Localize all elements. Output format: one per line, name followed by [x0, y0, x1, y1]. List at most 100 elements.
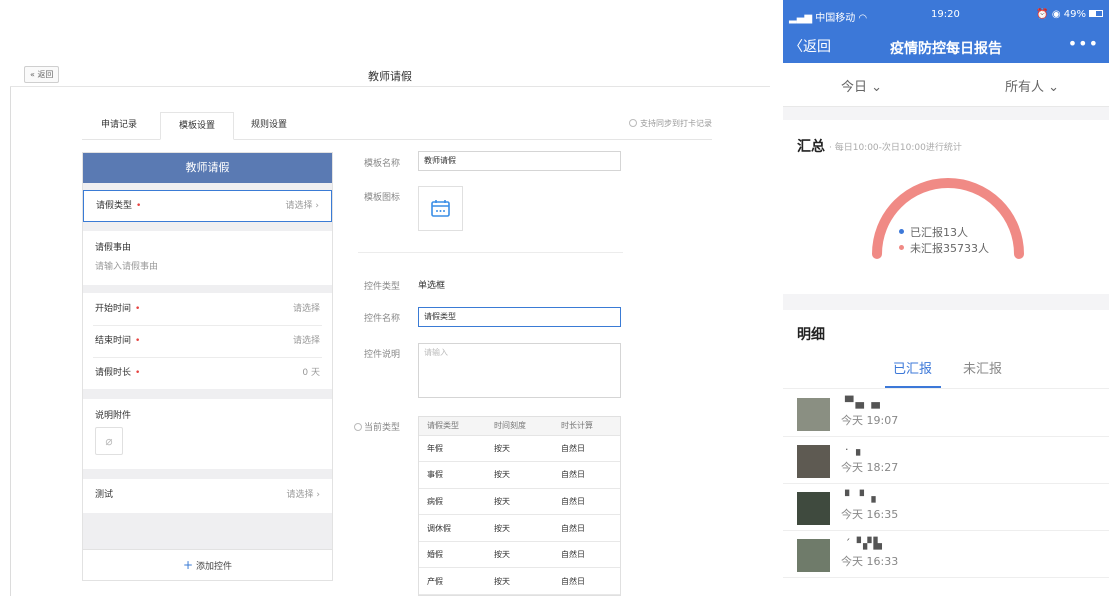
blurred-name: ▘▝ ▖	[845, 490, 882, 503]
top-bar: « 返回 教师请假	[10, 62, 770, 87]
field-placeholder: 请输入请假事由	[95, 262, 159, 272]
status-bar: ▂▄▆ 中国移动 ◠ 19:20 ⏰ ◉ 49%	[783, 0, 1109, 32]
table-row[interactable]: 调休假 按天 自然日	[419, 514, 620, 542]
form-header: 教师请假	[83, 153, 332, 183]
table-cell: 按天	[486, 567, 553, 595]
required-mark: •	[136, 201, 142, 211]
table-cell: 自然日	[553, 488, 620, 516]
table-cell: 按天	[486, 541, 553, 569]
legend-text: 已汇报13人	[910, 226, 968, 239]
legend-text: 未汇报35733人	[910, 242, 989, 255]
table-cell: 年假	[419, 435, 486, 463]
control-desc-textarea[interactable]: 请输入	[418, 343, 621, 398]
field-attachment[interactable]: 说明附件 ⌀	[83, 399, 332, 469]
control-desc-label: 控件说明	[364, 350, 401, 360]
paperclip-icon[interactable]: ⌀	[95, 427, 123, 455]
table-cell: 按天	[486, 435, 553, 463]
field-label: 结束时间	[95, 336, 132, 346]
required-mark: •	[135, 368, 141, 378]
tab-rule-settings[interactable]: 规则设置	[232, 112, 306, 140]
table-row[interactable]: 事假 按天 自然日	[419, 461, 620, 489]
summary-subtitle: · 每日10:00-次日10:00进行统计	[829, 143, 962, 153]
summary-card: 汇总 · 每日10:00-次日10:00进行统计 已汇报13人 未汇报35733…	[783, 120, 1109, 294]
more-icon[interactable]: •••	[1068, 34, 1099, 53]
field-reason[interactable]: 请假事由 请输入请假事由	[83, 231, 332, 285]
field-duration[interactable]: 请假时长 • 0 天	[83, 357, 332, 389]
avatar	[797, 492, 830, 525]
legend-dot	[899, 229, 904, 234]
table-row[interactable]: 婚假 按天 自然日	[419, 541, 620, 569]
leave-type-table: 请假类型 时间刻度 时长计算 年假 按天 自然日 事假 按天 自然日 病假 按天 自然日 调…	[418, 416, 621, 596]
form-preview: 教师请假 请假类型 • 请选择 › 请假事由 请输入请假事由 开始时间 • 请选择 …	[82, 152, 333, 581]
column-header: 请假类型	[419, 417, 486, 436]
required-mark: •	[135, 304, 141, 314]
table-cell: 自然日	[553, 541, 620, 569]
table-cell: 自然日	[553, 514, 620, 542]
template-name-label: 模板名称	[364, 159, 401, 169]
detail-card: 明细 已汇报 未汇报 ▀▄ ▄ 今天 19:07 · ▖ 今天 18:27 ▘▝…	[783, 310, 1109, 596]
field-start-time[interactable]: 开始时间 • 请选择	[83, 293, 332, 325]
table-cell: 产假	[419, 567, 486, 595]
web-app: « 返回 教师请假 申请记录 模板设置 规则设置 支持同步到打卡记录 教师请假 …	[0, 0, 770, 596]
filter-people[interactable]: 所有人 ⌄	[1005, 76, 1059, 95]
field-leave-type[interactable]: 请假类型 • 请选择 ›	[83, 190, 332, 222]
field-end-time[interactable]: 结束时间 • 请选择	[83, 325, 332, 357]
report-time: 今天 19:07	[841, 414, 899, 427]
divider	[783, 388, 1109, 389]
add-control-label: 添加控件	[196, 562, 233, 572]
template-icon-picker[interactable]	[418, 186, 463, 231]
calendar-icon	[431, 200, 450, 217]
table-cell: 按天	[486, 488, 553, 516]
filter-bar: 今日 ⌄ 所有人 ⌄	[783, 63, 1109, 107]
report-time: 今天 16:33	[841, 555, 899, 568]
sync-note-text: 支持同步到打卡记录	[640, 119, 712, 128]
info-icon	[354, 423, 362, 431]
sync-note[interactable]: 支持同步到打卡记录	[629, 118, 712, 129]
field-value: 请选择	[292, 304, 320, 314]
list-item[interactable]: ˊ▝▞▙ 今天 16:33	[783, 531, 1109, 578]
property-panel: 模板名称 教师请假 模板图标 控件类型 单选框 控件名称 请假类型 控件说明 请…	[350, 150, 630, 596]
table-row[interactable]: 产假 按天 自然日	[419, 567, 620, 595]
table-cell: 事假	[419, 461, 486, 489]
tab-apply-records[interactable]: 申请记录	[82, 112, 156, 140]
control-type-label: 控件类型	[364, 282, 401, 292]
legend-unreported: 未汇报35733人	[899, 240, 989, 256]
list-item[interactable]: ▀▄ ▄ 今天 19:07	[783, 390, 1109, 437]
current-type-label: 当前类型	[354, 420, 400, 433]
table-cell: 按天	[486, 461, 553, 489]
phone-screen: ▂▄▆ 中国移动 ◠ 19:20 ⏰ ◉ 49% 〈返回 疫情防控每日报告 ••…	[783, 0, 1109, 596]
table-row[interactable]: 年假 按天 自然日	[419, 435, 620, 463]
control-name-label: 控件名称	[364, 314, 401, 324]
field-value: 0 天	[302, 368, 320, 378]
report-time: 今天 18:27	[841, 461, 899, 474]
field-label: 说明附件	[95, 411, 132, 421]
summary-title: 汇总	[797, 139, 825, 155]
add-control-button[interactable]: + 添加控件	[83, 549, 332, 580]
template-name-input[interactable]: 教师请假	[418, 151, 621, 171]
field-test[interactable]: 测试 请选择 ›	[83, 479, 332, 513]
table-cell: 自然日	[553, 567, 620, 595]
field-label: 请假事由	[95, 243, 132, 253]
table-cell: 按天	[486, 514, 553, 542]
field-value: 请选择 ›	[286, 490, 320, 500]
left-border	[10, 62, 11, 596]
control-name-input[interactable]: 请假类型	[418, 307, 621, 327]
tab-reported[interactable]: 已汇报	[893, 358, 932, 377]
control-type-value: 单选框	[418, 281, 446, 291]
table-cell: 自然日	[553, 435, 620, 463]
list-item[interactable]: ▘▝ ▖ 今天 16:35	[783, 484, 1109, 531]
tab-template-settings[interactable]: 模板设置	[160, 112, 234, 140]
list-item[interactable]: · ▖ 今天 18:27	[783, 437, 1109, 484]
blurred-name: · ▖	[845, 443, 867, 456]
tab-unreported[interactable]: 未汇报	[963, 358, 1002, 377]
column-header: 时间刻度	[486, 417, 553, 436]
field-value: 请选择 ›	[285, 201, 319, 211]
filter-day[interactable]: 今日 ⌄	[841, 76, 882, 95]
field-value: 请选择	[292, 336, 320, 346]
signal-icon: ▂▄▆	[789, 13, 816, 24]
table-row[interactable]: 病假 按天 自然日	[419, 488, 620, 516]
tab-bar: 申请记录 模板设置 规则设置 支持同步到打卡记录	[82, 112, 712, 140]
nav-bar: 〈返回 疫情防控每日报告 •••	[783, 32, 1109, 63]
template-icon-label: 模板图标	[364, 193, 401, 203]
table-cell: 调休假	[419, 514, 486, 542]
